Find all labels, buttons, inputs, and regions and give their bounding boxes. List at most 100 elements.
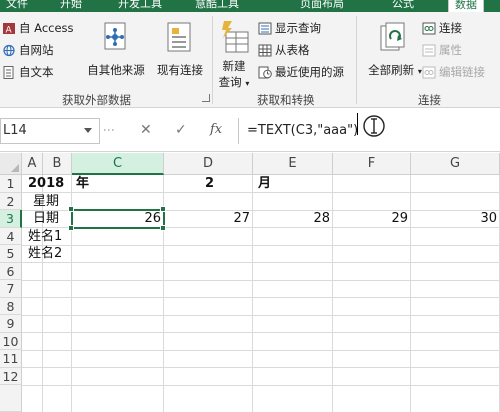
grid-line bbox=[22, 279, 500, 281]
column-header-E[interactable]: E bbox=[253, 153, 333, 175]
row-header-12[interactable]: 12 bbox=[0, 367, 22, 385]
row-header-5[interactable]: 5 bbox=[0, 245, 22, 263]
cell-F3[interactable]: 29 bbox=[333, 210, 410, 228]
cell-E3[interactable]: 28 bbox=[253, 210, 332, 228]
from-web-button[interactable]: 自网站 bbox=[2, 42, 54, 58]
new-query-icon bbox=[220, 20, 252, 59]
tab-formulas[interactable]: 公式 bbox=[392, 0, 414, 12]
existing-connections-button[interactable]: 现有连接 bbox=[150, 62, 210, 78]
cell-E1[interactable]: 月 bbox=[258, 175, 271, 193]
column-header-C[interactable]: C bbox=[72, 153, 164, 175]
column-header-G[interactable]: G bbox=[411, 153, 500, 175]
fill-handle[interactable] bbox=[160, 225, 166, 231]
selection-corner-handle[interactable] bbox=[160, 206, 166, 212]
ribbon-tab-bar: 文件 开始 开发工具 慧酷工具 页面布局 公式 数据 bbox=[0, 0, 500, 12]
refresh-all-button[interactable]: 全部刷新 ▾ bbox=[364, 62, 426, 78]
confirm-entry-icon[interactable]: ✓ bbox=[175, 122, 187, 138]
column-header-D[interactable]: D bbox=[164, 153, 253, 175]
grid-line bbox=[22, 332, 500, 333]
group-separator bbox=[212, 16, 213, 104]
row-header-1[interactable]: 1 bbox=[0, 175, 22, 193]
name-box-dropdown-icon[interactable] bbox=[84, 128, 92, 133]
grid-line bbox=[22, 297, 500, 298]
from-access-button[interactable]: A 自 Access bbox=[2, 20, 74, 36]
row-header-3[interactable]: 3 bbox=[0, 210, 22, 228]
row-header-9[interactable]: 9 bbox=[0, 315, 22, 333]
tab-file[interactable]: 文件 bbox=[6, 0, 28, 12]
recent-sources-label: 最近使用的源 bbox=[275, 65, 344, 79]
row-header-6[interactable]: 6 bbox=[0, 262, 22, 280]
cell-A2[interactable]: 星期 bbox=[33, 193, 59, 211]
cell-D1[interactable]: 2 bbox=[205, 175, 214, 193]
row-header-4[interactable]: 4 bbox=[0, 227, 22, 245]
svg-text:A: A bbox=[6, 25, 13, 35]
cell-A3[interactable]: 日期 bbox=[33, 210, 59, 228]
worksheet-grid[interactable]: A B C D E F G 1 2 3 4 5 6 7 8 9 10 11 12… bbox=[0, 153, 500, 412]
connections-icon bbox=[422, 22, 436, 35]
ribbon: A 自 Access 自网站 自文本 自其他来源 现有连接 获取外部数据 新建 … bbox=[0, 12, 500, 108]
properties-icon bbox=[422, 44, 436, 57]
existing-connections-icon bbox=[166, 22, 194, 61]
grid-line bbox=[22, 384, 500, 386]
cell-A1[interactable]: 2018 bbox=[28, 175, 64, 193]
get-external-data-group-label: 获取外部数据 bbox=[62, 93, 131, 107]
cell-G3[interactable]: 30 bbox=[411, 210, 499, 228]
cancel-entry-icon[interactable]: ✕ bbox=[140, 122, 152, 138]
tab-page-layout[interactable]: 页面布局 bbox=[300, 0, 344, 12]
cell-A4[interactable]: 姓名1 bbox=[28, 228, 62, 246]
from-text-button[interactable]: 自文本 bbox=[2, 64, 54, 80]
select-all-triangle-icon bbox=[11, 164, 19, 172]
selection-corner-handle[interactable] bbox=[68, 225, 74, 231]
properties-button[interactable]: 属性 bbox=[422, 42, 462, 58]
show-queries-button[interactable]: 显示查询 bbox=[258, 20, 321, 36]
grid-line bbox=[22, 314, 500, 316]
formula-bar-grip-icon: ⋮ bbox=[102, 124, 116, 136]
cell-D3[interactable]: 27 bbox=[164, 210, 252, 228]
edit-links-icon bbox=[422, 66, 436, 79]
from-access-label: 自 Access bbox=[19, 21, 74, 35]
tab-data[interactable]: 数据 bbox=[448, 0, 484, 12]
column-header-A[interactable]: A bbox=[22, 153, 43, 175]
column-header-F[interactable]: F bbox=[333, 153, 411, 175]
row-header-13[interactable] bbox=[0, 385, 22, 412]
other-sources-button[interactable]: 自其他来源 bbox=[80, 62, 152, 78]
row-header-7[interactable]: 7 bbox=[0, 280, 22, 298]
recent-sources-button[interactable]: 最近使用的源 bbox=[258, 64, 344, 80]
recent-sources-icon bbox=[258, 66, 272, 79]
row-header-2[interactable]: 2 bbox=[0, 192, 22, 210]
from-table-label: 从表格 bbox=[275, 43, 310, 57]
row-header-10[interactable]: 10 bbox=[0, 332, 22, 350]
other-sources-icon bbox=[101, 22, 131, 61]
web-globe-icon bbox=[2, 44, 16, 57]
show-queries-icon bbox=[258, 22, 272, 35]
dropdown-arrow-icon: ▾ bbox=[245, 79, 250, 88]
group-separator bbox=[356, 16, 357, 104]
column-header-B[interactable]: B bbox=[43, 153, 72, 175]
insert-function-icon[interactable]: fx bbox=[210, 122, 222, 137]
new-query-button[interactable]: 新建 查询 ▾ bbox=[214, 58, 254, 90]
show-queries-label: 显示查询 bbox=[275, 21, 321, 35]
cell-selection-box bbox=[71, 209, 165, 229]
from-table-button[interactable]: 从表格 bbox=[258, 42, 310, 58]
new-query-label-line2: 查询 ▾ bbox=[218, 75, 250, 89]
connections-label: 连接 bbox=[439, 21, 462, 35]
grid-line bbox=[22, 349, 500, 351]
selection-corner-handle[interactable] bbox=[68, 206, 74, 212]
row-header-11[interactable]: 11 bbox=[0, 350, 22, 368]
tab-home[interactable]: 开始 bbox=[60, 0, 82, 12]
from-text-label: 自文本 bbox=[19, 65, 54, 79]
cell-C1[interactable]: 年 bbox=[76, 175, 89, 193]
tab-huiku-tools[interactable]: 慧酷工具 bbox=[195, 0, 239, 12]
connections-group-label: 连接 bbox=[418, 93, 441, 107]
row-header-8[interactable]: 8 bbox=[0, 297, 22, 315]
edit-links-button[interactable]: 编辑链接 bbox=[422, 64, 485, 80]
select-all-corner[interactable] bbox=[0, 153, 22, 175]
tab-developer[interactable]: 开发工具 bbox=[118, 0, 162, 12]
grid-line bbox=[22, 244, 500, 246]
from-web-label: 自网站 bbox=[19, 43, 54, 57]
connections-button[interactable]: 连接 bbox=[422, 20, 462, 36]
cell-A5[interactable]: 姓名2 bbox=[28, 245, 62, 263]
get-transform-group-label: 获取和转换 bbox=[257, 93, 315, 107]
get-external-data-launcher-icon[interactable] bbox=[202, 94, 210, 102]
ibeam-cursor-icon bbox=[362, 114, 386, 138]
